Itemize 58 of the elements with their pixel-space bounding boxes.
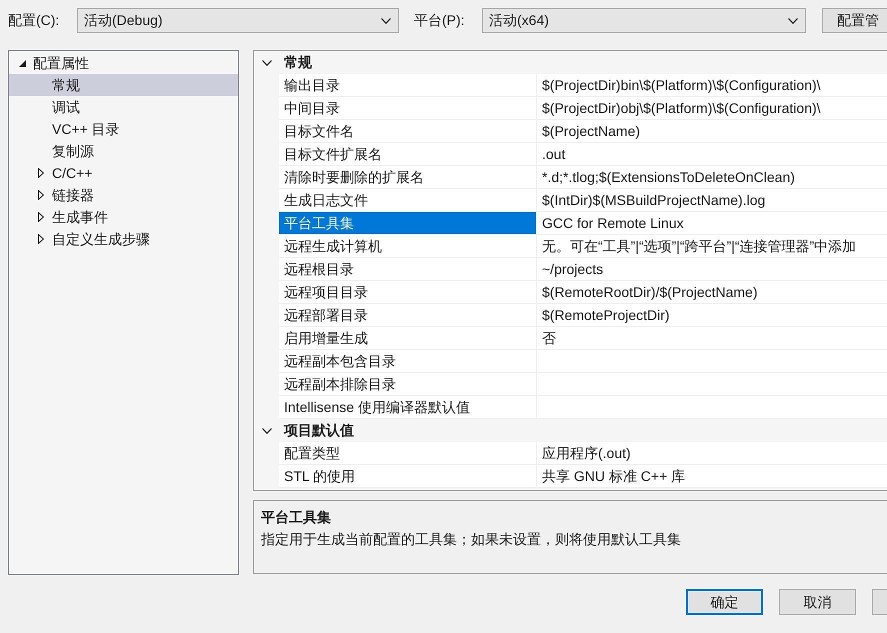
property-value[interactable]: $(ProjectName) [537, 120, 887, 143]
tree-item[interactable]: C/C++ [9, 162, 238, 184]
collapsed-triangle-icon[interactable] [38, 212, 44, 222]
tree-item[interactable]: 复制源 [9, 140, 238, 162]
dialog-button[interactable]: 取消 [779, 589, 856, 615]
property-name[interactable]: STL 的使用 [279, 465, 537, 488]
property-value[interactable]: $(IntDir)$(MSBuildProjectName).log [537, 189, 887, 212]
collapsed-triangle-icon[interactable] [38, 234, 44, 244]
property-name[interactable]: 远程副本包含目录 [279, 350, 537, 373]
collapsed-triangle-icon[interactable] [38, 190, 44, 200]
property-name[interactable]: 生成日志文件 [279, 189, 537, 212]
description-title: 平台工具集 [261, 508, 331, 527]
category-title: 常规 [284, 53, 312, 72]
tree-item[interactable]: 生成事件 [9, 206, 238, 228]
platform-dropdown[interactable]: 活动(x64) [482, 8, 806, 33]
property-name[interactable]: Intellisense 使用编译器默认值 [279, 396, 537, 419]
property-name[interactable]: 启用增量生成 [279, 327, 537, 350]
property-name[interactable]: 远程生成计算机 [279, 235, 537, 258]
chevron-down-icon [788, 18, 798, 24]
configuration-manager-button[interactable]: 配置管 [822, 8, 887, 33]
property-name[interactable]: 中间目录 [279, 97, 537, 120]
chevron-down-icon [381, 18, 391, 24]
tree-item[interactable]: 常规 [9, 74, 238, 96]
field-label: 平台(P): [414, 11, 466, 30]
property-value[interactable]: ~/projects [537, 258, 887, 281]
configuration-dropdown[interactable]: 活动(Debug) [77, 8, 399, 33]
property-value[interactable]: 应用程序(.out) [537, 442, 887, 465]
property-value[interactable]: 共享 GNU 标准 C++ 库 [537, 465, 887, 488]
property-name[interactable]: 配置类型 [279, 442, 537, 465]
collapsed-triangle-icon[interactable] [38, 168, 44, 178]
property-name[interactable]: 清除时要删除的扩展名 [279, 166, 537, 189]
property-name[interactable]: 目标文件扩展名 [279, 143, 537, 166]
property-name[interactable]: 远程部署目录 [279, 304, 537, 327]
tree-item[interactable]: 调试 [9, 96, 238, 118]
tree-item[interactable]: 链接器 [9, 184, 238, 206]
property-value[interactable]: $(ProjectDir)obj\$(Platform)\$(Configuration)\ [537, 97, 887, 120]
tree-item[interactable]: 自定义生成步骤 [9, 228, 238, 250]
property-value[interactable]: $(ProjectDir)bin\$(Platform)\$(Configuration)\ [537, 74, 887, 97]
property-value[interactable]: $(RemoteRootDir)/$(ProjectName) [537, 281, 887, 304]
property-name[interactable]: 目标文件名 [279, 120, 537, 143]
property-name[interactable]: 远程项目目录 [279, 281, 537, 304]
property-value[interactable]: .out [537, 143, 887, 166]
property-name[interactable]: 远程根目录 [279, 258, 537, 281]
property-name[interactable]: 平台工具集 [279, 212, 537, 235]
field-label: 配置(C): [8, 11, 60, 30]
expanded-triangle-icon[interactable] [18, 60, 26, 66]
property-name[interactable]: 输出目录 [279, 74, 537, 97]
property-value[interactable]: *.d;*.tlog;$(ExtensionsToDeleteOnClean) [537, 166, 887, 189]
tree-item[interactable]: 配置属性 [9, 52, 238, 74]
property-value[interactable]: GCC for Remote Linux [537, 212, 887, 235]
category-title: 项目默认值 [284, 421, 354, 440]
description-text: 指定用于生成当前配置的工具集；如果未设置，则将使用默认工具集 [261, 530, 681, 549]
property-value[interactable]: $(RemoteProjectDir) [537, 304, 887, 327]
property-name[interactable]: 远程副本排除目录 [279, 373, 537, 396]
dialog-button[interactable]: 确定 [686, 589, 763, 615]
property-value[interactable]: 无。可在“工具”|“选项”|“跨平台”|“连接管理器”中添加 [537, 235, 887, 258]
tree-item[interactable]: VC++ 目录 [9, 118, 238, 140]
property-value[interactable]: 否 [537, 327, 887, 350]
